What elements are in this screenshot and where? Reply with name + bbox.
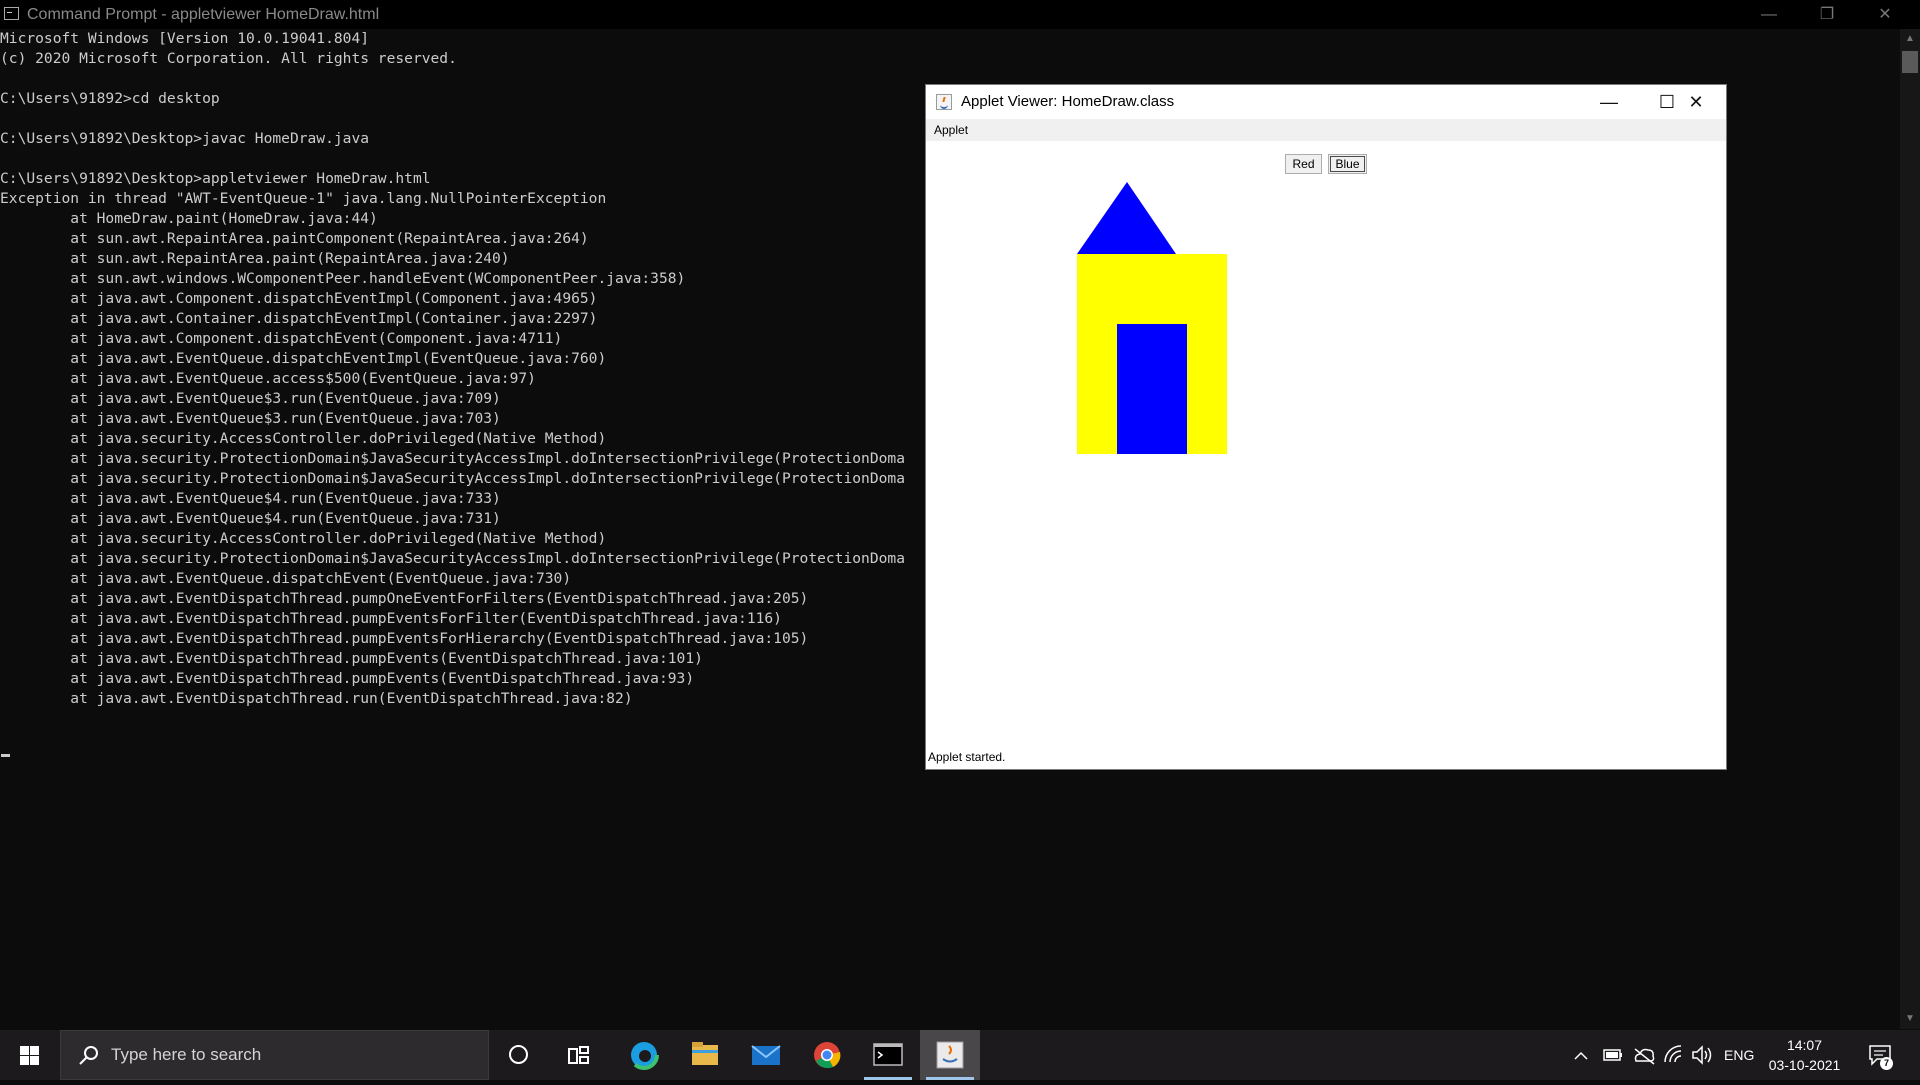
chrome-icon <box>814 1042 841 1069</box>
java-icon <box>936 1041 964 1069</box>
taskbar-edge[interactable] <box>614 1030 674 1080</box>
taskbar-chrome[interactable] <box>797 1030 857 1080</box>
wifi-icon[interactable] <box>1662 1030 1684 1080</box>
clock-date: 03-10-2021 <box>1768 1057 1841 1073</box>
windows-logo-icon <box>20 1046 39 1065</box>
house-drawing <box>1077 182 1227 454</box>
cmd-scrollbar[interactable]: ▲ ▼ <box>1900 29 1920 1029</box>
taskbar-java[interactable] <box>920 1030 980 1080</box>
search-placeholder: Type here to search <box>111 1045 262 1064</box>
applet-minimize-button[interactable]: — <box>1580 85 1638 119</box>
taskbar-file-explorer[interactable] <box>675 1030 735 1080</box>
menu-applet[interactable]: Applet <box>934 123 968 137</box>
cmd-close-button[interactable]: ✕ <box>1856 0 1914 29</box>
applet-titlebar[interactable]: Applet Viewer: HomeDraw.class — ☐ ✕ <box>926 85 1726 119</box>
taskbar-command-prompt[interactable] <box>858 1030 918 1080</box>
speaker-icon[interactable] <box>1690 1030 1714 1080</box>
applet-canvas[interactable]: Red Blue <box>926 141 1726 741</box>
taskbar: Type here to search ENG 14:07 03-10-2021… <box>0 1030 1920 1080</box>
start-button[interactable] <box>0 1030 60 1080</box>
applet-window-title: Applet Viewer: HomeDraw.class <box>961 93 1175 110</box>
applet-viewer-window: Applet Viewer: HomeDraw.class — ☐ ✕ Appl… <box>925 84 1727 770</box>
battery-icon[interactable] <box>1602 1030 1624 1080</box>
applet-close-button[interactable]: ✕ <box>1667 85 1725 119</box>
search-box[interactable]: Type here to search <box>60 1030 489 1080</box>
house-door <box>1117 324 1187 454</box>
cmd-minimize-button[interactable]: — <box>1740 0 1798 29</box>
language-indicator[interactable]: ENG <box>1724 1030 1754 1080</box>
command-prompt-icon <box>4 7 19 20</box>
command-prompt-icon <box>873 1043 903 1066</box>
file-explorer-icon <box>692 1042 718 1065</box>
chevron-up-icon[interactable] <box>1572 1030 1590 1080</box>
house-roof <box>1077 182 1176 254</box>
cmd-restore-button[interactable]: ❐ <box>1798 0 1856 29</box>
applet-menubar: Applet <box>926 119 1726 141</box>
mail-icon <box>751 1045 781 1065</box>
cmd-window-title: Command Prompt - appletviewer HomeDraw.h… <box>27 6 380 23</box>
clock[interactable]: 14:07 03-10-2021 <box>1762 1035 1847 1075</box>
onedrive-offline-icon[interactable] <box>1632 1030 1656 1080</box>
cortana-icon[interactable] <box>509 1045 528 1064</box>
java-icon <box>936 94 952 110</box>
scroll-up-arrow-icon[interactable]: ▲ <box>1900 33 1920 44</box>
task-view-icon[interactable] <box>568 1046 590 1066</box>
console-cursor <box>1 754 10 757</box>
scrollbar-thumb[interactable] <box>1902 51 1918 73</box>
notification-count-badge: 7 <box>1880 1057 1893 1070</box>
edge-icon <box>629 1040 659 1070</box>
taskbar-mail[interactable] <box>736 1030 796 1080</box>
scroll-down-arrow-icon[interactable]: ▼ <box>1900 1013 1920 1024</box>
search-icon <box>79 1046 98 1065</box>
applet-status: Applet started. <box>928 750 1006 764</box>
clock-time: 14:07 <box>1786 1037 1823 1053</box>
cmd-titlebar[interactable]: Command Prompt - appletviewer HomeDraw.h… <box>0 0 1920 29</box>
